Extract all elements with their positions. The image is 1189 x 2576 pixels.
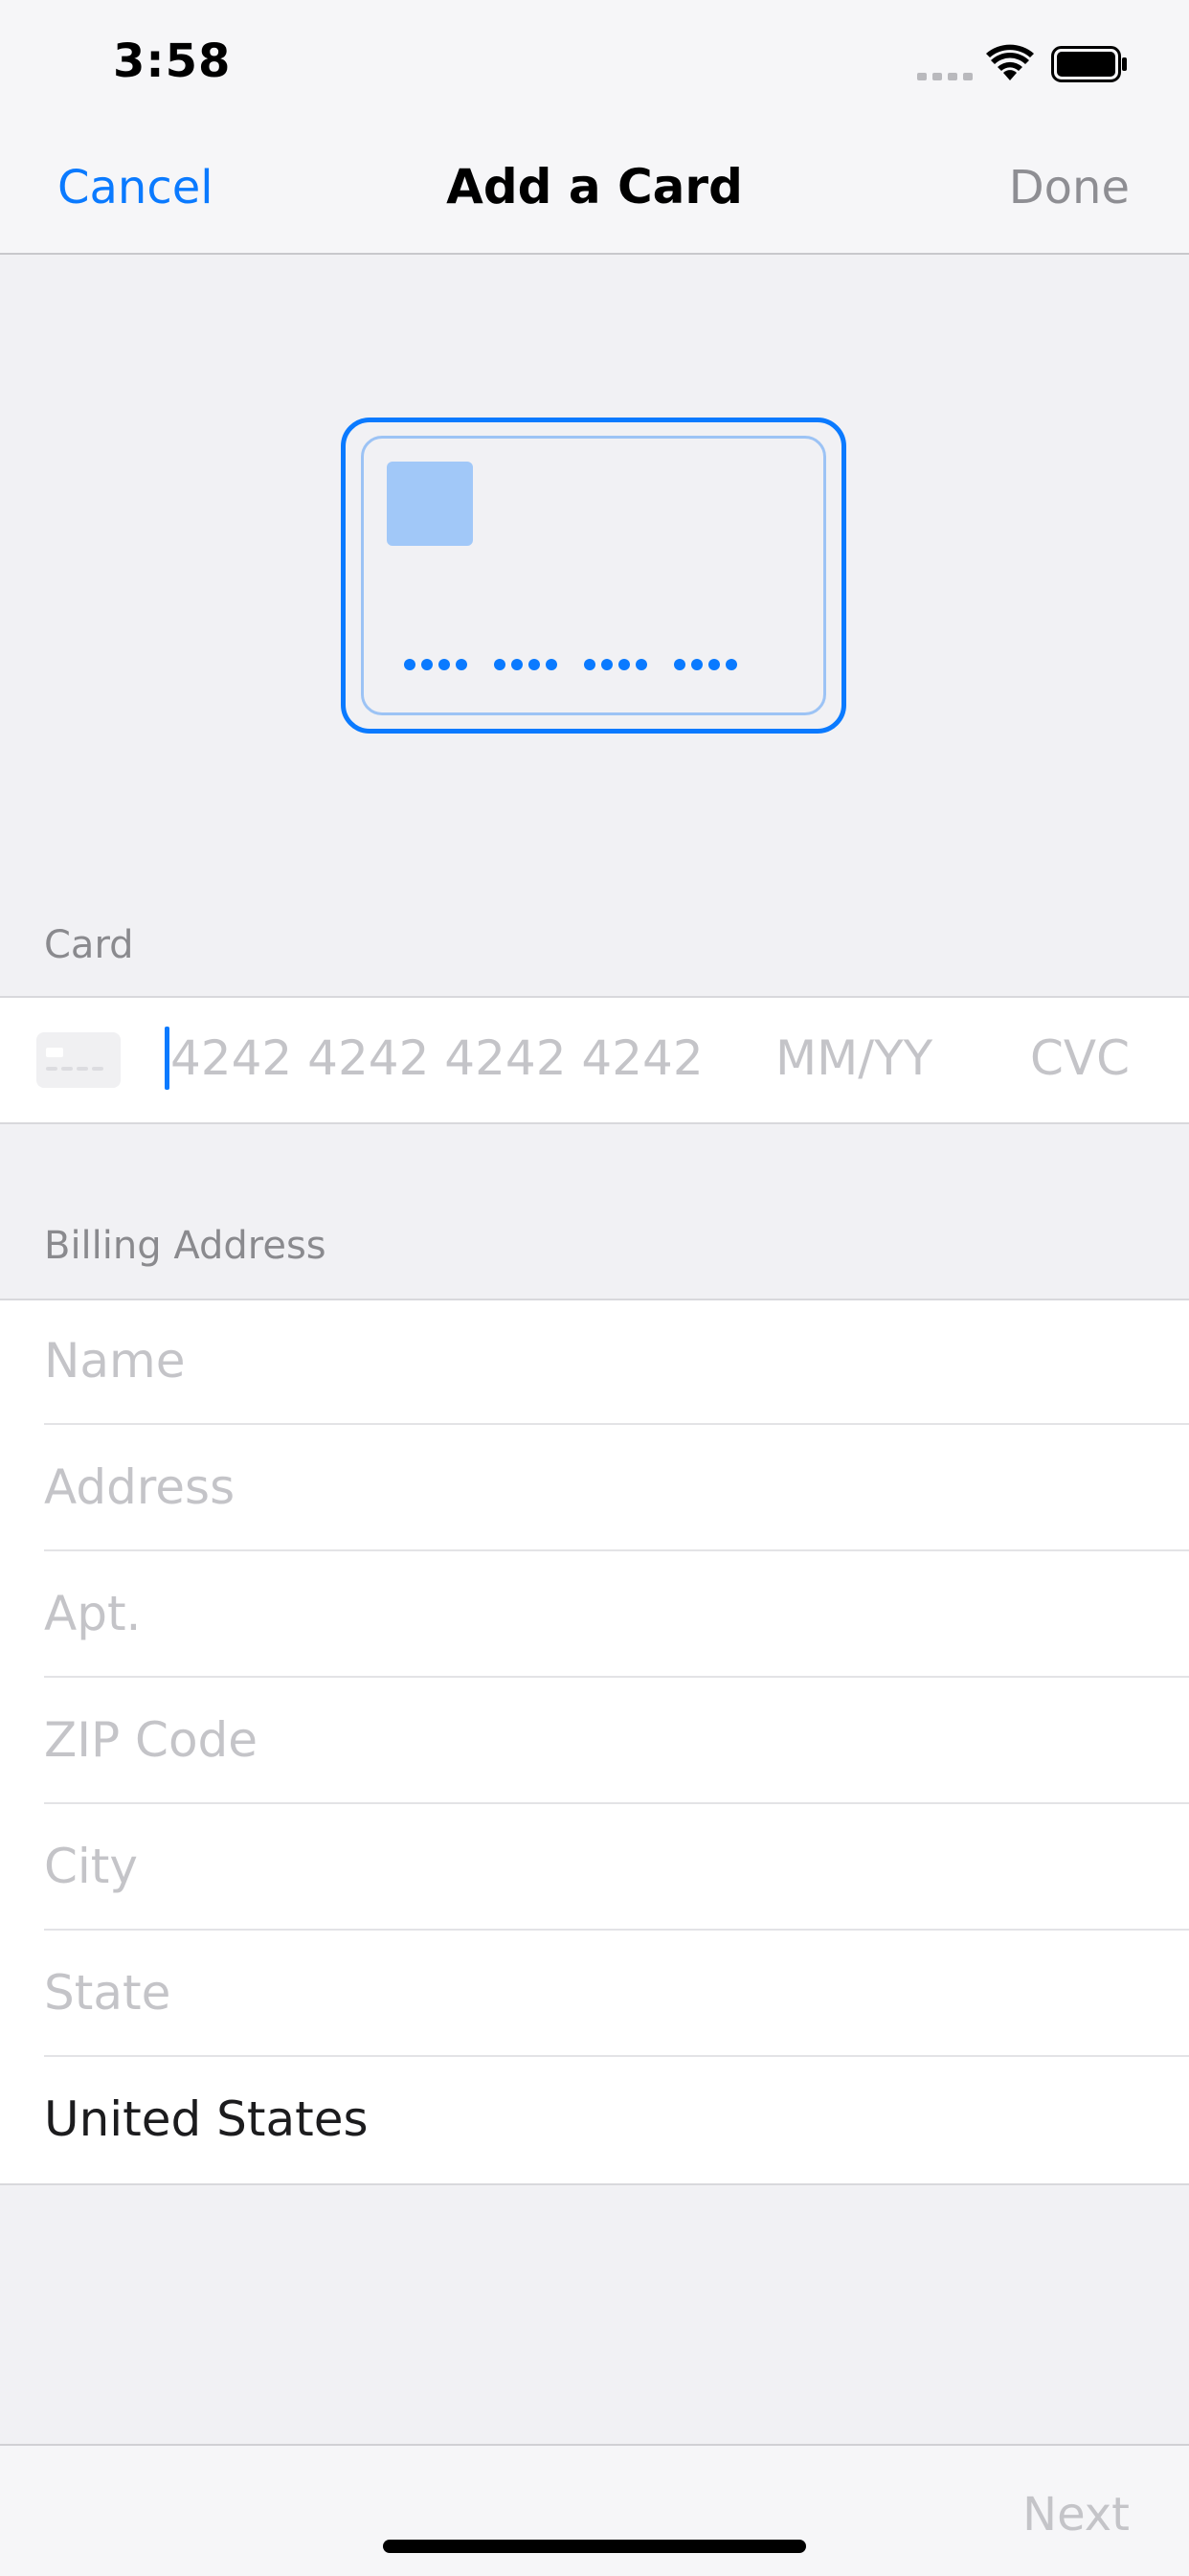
billing-section-header: Billing Address (44, 1224, 326, 1268)
card-number-dots-icon (404, 659, 737, 670)
signal-icon (917, 73, 973, 80)
battery-icon (1051, 46, 1127, 82)
card-brand-icon (36, 1032, 121, 1088)
name-field[interactable]: Name (44, 1300, 1189, 1425)
done-button[interactable]: Done (1009, 161, 1130, 215)
status-time: 3:58 (113, 34, 232, 88)
state-field[interactable]: State (44, 1932, 1189, 2057)
address-field-placeholder: Address (44, 1459, 236, 1515)
country-field-value: United States (44, 2091, 369, 2147)
apt-field[interactable]: Apt. (44, 1553, 1189, 1678)
billing-address-form: Name Address Apt. ZIP Code City State Un… (0, 1299, 1189, 2185)
card-illustration (341, 418, 846, 734)
bottom-toolbar: Next (0, 2444, 1189, 2576)
zip-code-field[interactable]: ZIP Code (44, 1680, 1189, 1804)
card-number-input[interactable]: 4242 4242 4242 4242 (170, 1030, 704, 1086)
card-section-header: Card (44, 923, 134, 967)
home-indicator[interactable] (383, 2540, 806, 2553)
wifi-icon (986, 44, 1034, 80)
city-field-placeholder: City (44, 1839, 138, 1894)
city-field[interactable]: City (44, 1806, 1189, 1931)
address-field[interactable]: Address (44, 1427, 1189, 1551)
name-field-placeholder: Name (44, 1333, 186, 1389)
text-cursor (165, 1027, 169, 1090)
zip-code-field-placeholder: ZIP Code (44, 1712, 258, 1768)
country-field[interactable]: United States (44, 2059, 1189, 2183)
apt-field-placeholder: Apt. (44, 1586, 142, 1641)
card-entry-row: 4242 4242 4242 4242 MM/YY CVC (0, 996, 1189, 1124)
card-chip-icon (387, 462, 473, 546)
state-field-placeholder: State (44, 1965, 171, 2021)
status-bar: 3:58 (0, 0, 1189, 124)
navigation-bar: Add a Card Cancel Done (0, 124, 1189, 255)
card-illustration-face (361, 436, 826, 715)
next-button[interactable]: Next (1022, 2488, 1130, 2542)
expiry-input[interactable]: MM/YY (775, 1030, 932, 1086)
cvc-input[interactable]: CVC (1030, 1030, 1130, 1086)
cancel-button[interactable]: Cancel (57, 161, 213, 215)
